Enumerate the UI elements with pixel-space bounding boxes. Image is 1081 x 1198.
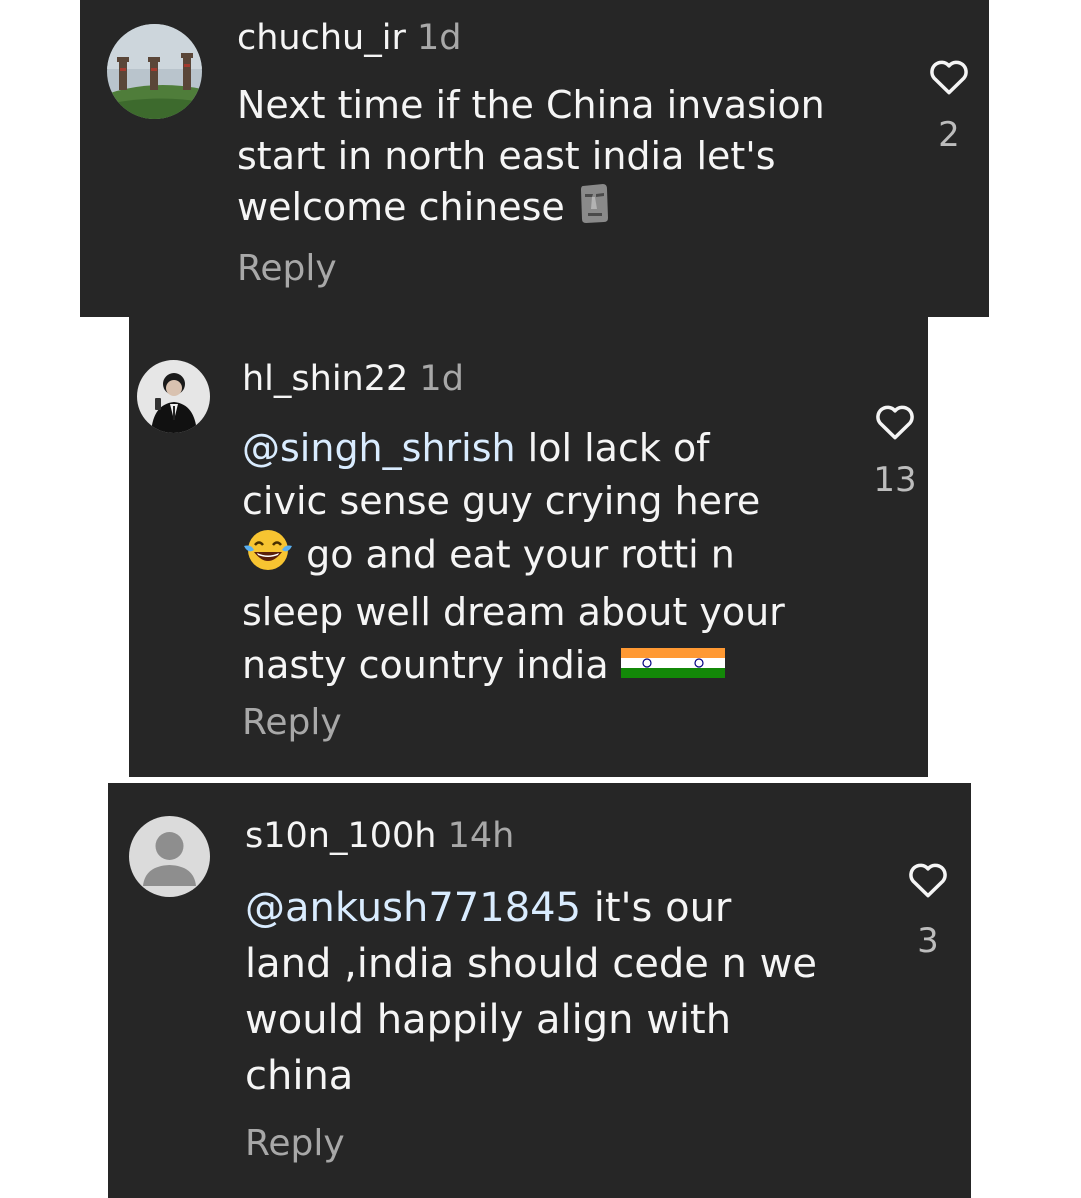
comment-text: @singh_shrish lol lack of civic sense gu… bbox=[242, 422, 785, 694]
username[interactable]: s10n_100h bbox=[245, 816, 436, 856]
comment-line-text: lol lack of bbox=[515, 426, 710, 470]
comment-line: go and eat your rotti n bbox=[242, 528, 785, 586]
timestamp: 1d bbox=[416, 18, 462, 58]
comment-header: hl_shin22 1d bbox=[242, 359, 464, 399]
comment-card-2: hl_shin22 1d @singh_shrish lol lack of c… bbox=[129, 317, 928, 777]
avatar[interactable] bbox=[137, 360, 210, 433]
reply-button[interactable]: Reply bbox=[245, 1123, 345, 1164]
reply-button[interactable]: Reply bbox=[237, 248, 337, 289]
reply-button[interactable]: Reply bbox=[242, 702, 342, 743]
heart-icon[interactable] bbox=[928, 56, 970, 100]
comment-text: Next time if the China invasion start in… bbox=[237, 80, 825, 237]
comment-line-text: go and eat your rotti n bbox=[294, 532, 735, 577]
comment-line: welcome chinese bbox=[237, 182, 825, 237]
comment-card-3: s10n_100h 14h @ankush771845 it's our lan… bbox=[108, 783, 971, 1198]
like-count: 13 bbox=[873, 460, 917, 500]
comment-line: start in north east india let's bbox=[237, 134, 776, 178]
comment-line: Next time if the China invasion bbox=[237, 83, 825, 127]
username[interactable]: chuchu_ir bbox=[237, 18, 406, 58]
like-count: 3 bbox=[917, 921, 939, 961]
comment-line: china bbox=[245, 1053, 354, 1099]
like-count: 2 bbox=[938, 115, 960, 155]
mention-link[interactable]: @ankush771845 bbox=[245, 885, 581, 931]
india-flag-icon bbox=[672, 641, 725, 694]
comment-line: @ankush771845 it's our bbox=[245, 880, 817, 936]
default-user-avatar-icon bbox=[129, 816, 210, 897]
comment-line: civic sense guy crying here bbox=[242, 479, 761, 523]
laughing-emoji-icon bbox=[242, 528, 294, 586]
comment-line-text: it's our bbox=[581, 885, 732, 931]
landscape-avatar-icon bbox=[107, 24, 202, 119]
comment-card-1: chuchu_ir 1d Next time if the China inva… bbox=[80, 0, 989, 317]
comment-header: s10n_100h 14h bbox=[245, 816, 514, 856]
comment-line: sleep well dream about your bbox=[242, 590, 785, 634]
moai-emoji-icon bbox=[577, 182, 611, 237]
username[interactable]: hl_shin22 bbox=[242, 359, 408, 399]
comment-line-text: welcome chinese bbox=[237, 185, 565, 229]
comment-line: nasty country india bbox=[242, 639, 785, 694]
avatar[interactable] bbox=[129, 816, 210, 897]
comment-text: @ankush771845 it's our land ,india shoul… bbox=[245, 880, 817, 1104]
comment-line: land ,india should cede n we bbox=[245, 941, 817, 987]
india-flag-icon bbox=[620, 641, 673, 694]
heart-icon[interactable] bbox=[874, 401, 916, 445]
person-avatar-icon bbox=[137, 360, 210, 433]
timestamp: 1d bbox=[419, 359, 464, 399]
heart-icon[interactable] bbox=[907, 859, 949, 903]
comment-line: would happily align with bbox=[245, 997, 732, 1043]
mention-link[interactable]: @singh_shrish bbox=[242, 426, 516, 470]
comment-header: chuchu_ir 1d bbox=[237, 18, 461, 58]
comment-line: @singh_shrish lol lack of bbox=[242, 422, 785, 475]
comment-line-text: nasty country india bbox=[242, 643, 609, 687]
avatar[interactable] bbox=[107, 24, 202, 119]
timestamp: 14h bbox=[447, 816, 515, 856]
